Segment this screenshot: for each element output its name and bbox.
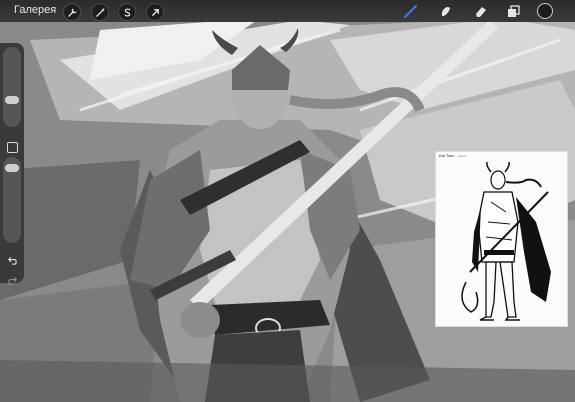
transform-arrow-icon[interactable] bbox=[146, 3, 164, 21]
opacity-thumb[interactable] bbox=[5, 164, 19, 172]
redo-arrow-icon[interactable] bbox=[5, 273, 19, 287]
gallery-button[interactable]: Галерея bbox=[14, 4, 56, 16]
modify-square-button[interactable] bbox=[7, 142, 18, 153]
eraser-icon[interactable] bbox=[472, 3, 488, 19]
brush-size-thumb[interactable] bbox=[5, 96, 19, 104]
top-toolbar: Галерея bbox=[0, 0, 575, 22]
undo-arrow-icon[interactable] bbox=[5, 253, 19, 267]
reference-image-panel[interactable]: Kai Tonn sketch bbox=[435, 151, 568, 327]
opacity-slider[interactable] bbox=[3, 157, 21, 243]
layers-icon[interactable] bbox=[505, 3, 521, 19]
magic-wand-icon[interactable] bbox=[91, 3, 109, 21]
left-sidebar bbox=[0, 43, 24, 285]
reference-sketch bbox=[461, 161, 551, 321]
color-picker-button[interactable] bbox=[537, 3, 553, 19]
brush-size-slider[interactable] bbox=[3, 47, 21, 127]
brush-icon[interactable] bbox=[402, 3, 418, 19]
wrench-icon[interactable] bbox=[63, 3, 81, 21]
selection-s-icon[interactable] bbox=[118, 3, 136, 21]
smudge-icon[interactable] bbox=[437, 3, 453, 19]
